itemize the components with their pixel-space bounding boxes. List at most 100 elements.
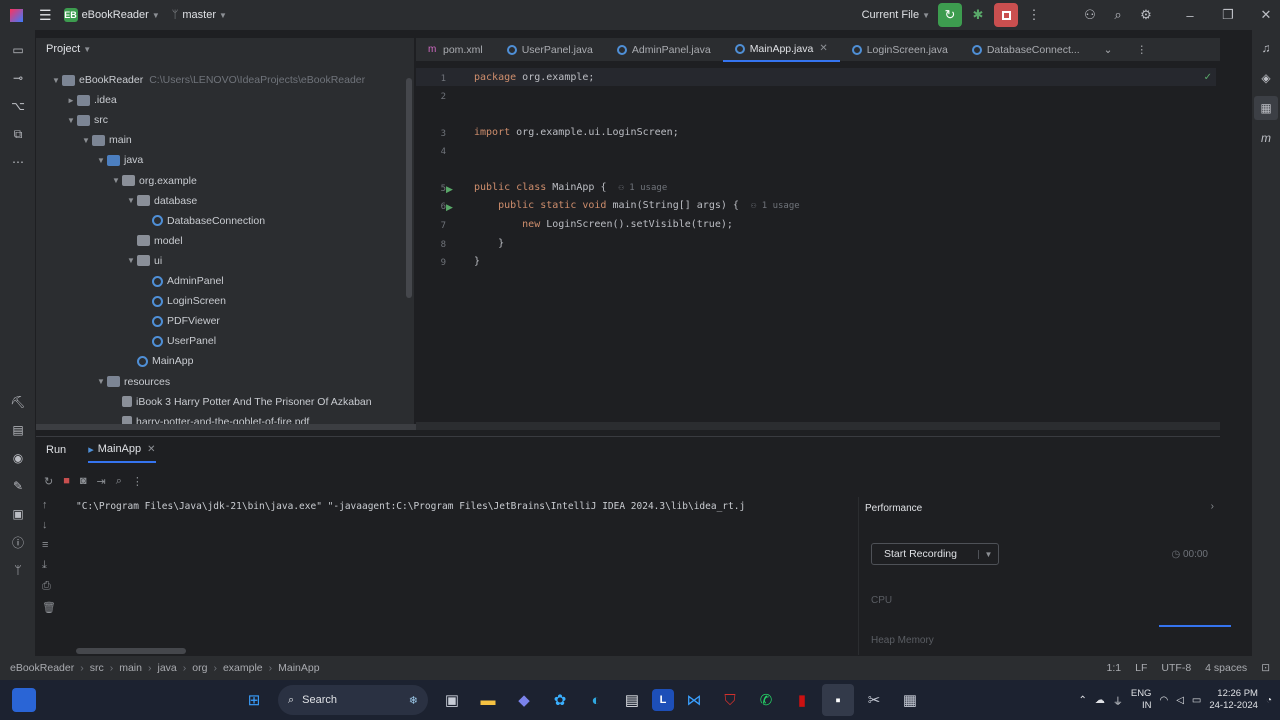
- stop-icon[interactable]: ■: [63, 475, 70, 488]
- project-switcher[interactable]: EB eBookReader ▼: [58, 0, 166, 30]
- editor-tab[interactable]: DatabaseConnect...: [960, 38, 1092, 62]
- stop-icon[interactable]: [994, 3, 1018, 27]
- terminal-icon[interactable]: ▣: [6, 502, 30, 526]
- problems-icon[interactable]: ⓘ: [6, 530, 30, 554]
- trash-icon[interactable]: 🗑: [42, 601, 56, 614]
- widgets-icon[interactable]: [12, 688, 36, 712]
- run-gutter-icon[interactable]: ▶: [446, 184, 453, 195]
- project-tool-folder-icon[interactable]: ▭: [6, 38, 30, 62]
- plugins-icon[interactable]: ⧉: [6, 122, 30, 146]
- search-icon[interactable]: ⌕: [1106, 3, 1130, 27]
- tree-item[interactable]: ▼ main: [80, 130, 132, 150]
- breadcrumb-item[interactable]: MainApp: [278, 662, 319, 674]
- tree-item[interactable]: ▼ resources: [95, 372, 170, 392]
- vscode-icon[interactable]: ⋈: [678, 684, 710, 716]
- main-menu-icon[interactable]: ☰: [33, 0, 58, 30]
- more-icon[interactable]: ⋮: [1022, 3, 1046, 27]
- tree-item[interactable]: ▼ java: [95, 150, 143, 170]
- breadcrumb-item[interactable]: src: [90, 662, 104, 674]
- zoom-icon[interactable]: ⌕: [116, 475, 122, 488]
- usb-icon[interactable]: ⏚: [1113, 693, 1123, 708]
- more-icon[interactable]: ⋮: [132, 475, 143, 488]
- copilot-icon[interactable]: ✿: [544, 684, 576, 716]
- console-horizontal-scrollbar[interactable]: [76, 648, 186, 654]
- caret-position[interactable]: 1:1: [1107, 662, 1122, 674]
- tree-item[interactable]: ▼ src: [65, 110, 108, 130]
- store-icon[interactable]: ▤: [616, 684, 648, 716]
- chevron-down-icon[interactable]: ▼: [50, 76, 62, 85]
- editor-tab[interactable]: AdminPanel.java: [605, 38, 723, 62]
- tree-item[interactable]: MainApp: [125, 351, 193, 371]
- maximize-icon[interactable]: ❐: [1216, 3, 1240, 27]
- rerun-icon[interactable]: ↻: [44, 475, 53, 488]
- console-output[interactable]: "C:\Program Files\Java\jdk-21\bin\java.e…: [76, 501, 856, 512]
- show-hidden-icons-icon[interactable]: ⌃: [1078, 695, 1086, 706]
- chevron-down-icon[interactable]: ▼: [110, 176, 122, 185]
- screenshot-tool-icon[interactable]: ✂: [858, 684, 890, 716]
- chevron-down-icon[interactable]: ▼: [95, 156, 107, 165]
- print-icon[interactable]: ⎙: [42, 580, 56, 593]
- tab-list-dropdown-icon[interactable]: ⌄: [1092, 38, 1125, 62]
- line-separator[interactable]: LF: [1135, 662, 1147, 674]
- chevron-down-icon[interactable]: ▼: [65, 116, 77, 125]
- whatsapp-icon[interactable]: ✆: [750, 684, 782, 716]
- more-icon[interactable]: ⋮: [1124, 38, 1159, 62]
- chevron-down-icon[interactable]: ▼: [95, 377, 107, 386]
- notification-bell-icon[interactable]: ◔: [1266, 695, 1272, 706]
- minimize-icon[interactable]: –: [1178, 3, 1202, 27]
- add-user-icon[interactable]: ⚇: [1078, 3, 1102, 27]
- ai-assistant-icon[interactable]: ◈: [1254, 66, 1278, 90]
- project-panel-header[interactable]: Project ▼: [36, 38, 414, 60]
- tree-item[interactable]: LoginScreen: [140, 291, 226, 311]
- teams-icon[interactable]: ◆: [508, 684, 540, 716]
- onedrive-icon[interactable]: ☁: [1095, 695, 1105, 706]
- build-hammer-icon[interactable]: ⛏: [6, 390, 30, 414]
- tree-item[interactable]: AdminPanel: [140, 271, 224, 291]
- git-icon[interactable]: ᛘ: [6, 558, 30, 582]
- tree-item[interactable]: DatabaseConnection: [140, 211, 265, 231]
- run-gutter-icon[interactable]: ▶: [446, 202, 453, 213]
- breadcrumb-item[interactable]: main: [119, 662, 142, 674]
- code-view[interactable]: package org.example; import org.example.u…: [474, 66, 1214, 430]
- scroll-down-icon[interactable]: ↓: [42, 519, 56, 531]
- services-icon[interactable]: ▤: [6, 418, 30, 442]
- restore-layout-icon[interactable]: ⇥: [97, 475, 106, 488]
- intellij-taskbar-icon[interactable]: ▪: [822, 684, 854, 716]
- tree-item[interactable]: iBook 3 Harry Potter And The Prisoner Of…: [110, 392, 372, 412]
- commit-icon[interactable]: ⊸: [6, 66, 30, 90]
- start-recording-button[interactable]: Start Recording ▼: [871, 543, 999, 565]
- tree-horizontal-scrollbar[interactable]: [36, 424, 416, 430]
- file-encoding[interactable]: UTF-8: [1161, 662, 1191, 674]
- close-tab-icon[interactable]: ✕: [147, 444, 155, 455]
- no-problems-check-icon[interactable]: ✓: [1204, 72, 1212, 83]
- tree-item[interactable]: UserPanel: [140, 331, 216, 351]
- chevron-right-icon[interactable]: ›: [1211, 501, 1214, 512]
- settings-gear-icon[interactable]: ⚙: [1134, 3, 1158, 27]
- wifi-icon[interactable]: ◠: [1159, 695, 1168, 706]
- tree-vertical-scrollbar[interactable]: [406, 78, 412, 298]
- input-language[interactable]: ENG IN: [1131, 688, 1152, 712]
- run-tool-icon[interactable]: ◉: [6, 446, 30, 470]
- editor-tab[interactable]: m pom.xml: [416, 38, 495, 62]
- tree-item[interactable]: ▼ eBookReader C:\Users\LENOVO\IdeaProjects…: [50, 70, 365, 90]
- editor-tab[interactable]: LoginScreen.java: [840, 38, 960, 62]
- close-tab-icon[interactable]: ✕: [819, 43, 827, 54]
- tree-item[interactable]: ▼ database: [125, 191, 197, 211]
- red-app-icon[interactable]: ▮: [786, 684, 818, 716]
- tab-mainapp[interactable]: ▸ MainApp ✕: [88, 437, 156, 463]
- breadcrumb-item[interactable]: java: [157, 662, 176, 674]
- editor-tab[interactable]: MainApp.java ✕: [722, 38, 840, 62]
- notifications-icon[interactable]: ♫: [1254, 36, 1278, 60]
- chevron-down-icon[interactable]: ▼: [80, 136, 92, 145]
- database-icon[interactable]: ▦: [1254, 96, 1278, 120]
- branch-switcher[interactable]: ᛘ master ▼: [166, 0, 233, 30]
- debug-icon[interactable]: ✱: [966, 3, 990, 27]
- battery-icon[interactable]: ▭: [1192, 695, 1201, 706]
- rerun-icon[interactable]: ↻: [938, 3, 962, 27]
- mcafee-icon[interactable]: ⛉: [714, 684, 746, 716]
- tree-item[interactable]: PDFViewer: [140, 311, 220, 331]
- tree-item[interactable]: ► .idea: [65, 90, 117, 110]
- camera-icon[interactable]: ◙: [80, 475, 87, 488]
- soft-wrap-icon[interactable]: ≡: [42, 539, 56, 551]
- chevron-down-icon[interactable]: ▼: [125, 256, 137, 265]
